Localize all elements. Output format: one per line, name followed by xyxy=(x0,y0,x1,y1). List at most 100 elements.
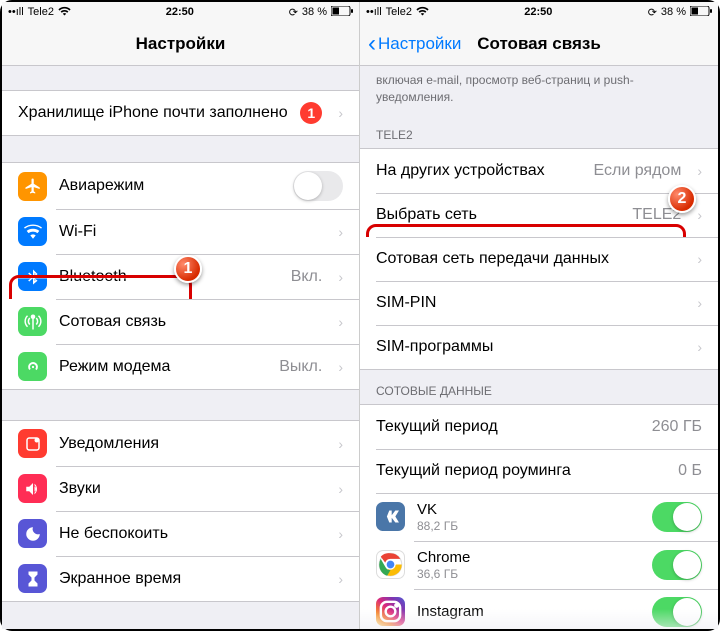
chevron-right-icon: › xyxy=(697,295,702,311)
chevron-right-icon: › xyxy=(338,105,343,121)
current-period-label: Текущий период xyxy=(376,418,640,436)
app-chrome-row[interactable]: Chrome 36,6 ГБ xyxy=(360,541,718,589)
sounds-label: Звуки xyxy=(59,480,322,498)
wifi-label: Wi-Fi xyxy=(59,223,310,241)
cellular-label: Сотовая связь xyxy=(59,313,322,331)
sounds-row[interactable]: Звуки › xyxy=(2,466,359,511)
cellular-row[interactable]: Сотовая связь › xyxy=(2,299,359,344)
page-title: Сотовая связь xyxy=(477,34,601,54)
chrome-usage: 36,6 ГБ xyxy=(417,567,640,581)
hotspot-value: Выкл. xyxy=(279,358,322,376)
notifications-row[interactable]: Уведомления › xyxy=(2,421,359,466)
status-time: 22:50 xyxy=(524,6,552,18)
select-network-label: Выбрать сеть xyxy=(376,206,620,224)
other-devices-label: На других устройствах xyxy=(376,162,582,180)
hotspot-row[interactable]: Режим модема Выкл. › xyxy=(2,344,359,389)
wifi-row[interactable]: Wi-Fi › xyxy=(2,209,359,254)
airplane-mode-row[interactable]: Авиарежим xyxy=(2,163,359,209)
hotspot-label: Режим модема xyxy=(59,358,267,376)
chrome-toggle[interactable] xyxy=(652,550,702,580)
roaming-period-value: 0 Б xyxy=(678,462,702,480)
storage-warning-label: Хранилище iPhone почти заполнено xyxy=(18,104,288,122)
vk-app-icon xyxy=(376,502,405,531)
app-instagram-row[interactable]: Instagram xyxy=(360,589,718,629)
orientation-lock-icon: ⟳ xyxy=(289,6,298,19)
callout-1: 1 xyxy=(174,255,202,283)
left-screenshot: ••ıll Tele2 22:50 ⟳ 38 % Настройки Храни… xyxy=(2,2,360,629)
chevron-right-icon: › xyxy=(697,207,702,223)
screentime-row[interactable]: Экранное время › xyxy=(2,556,359,601)
current-period-row[interactable]: Текущий период 260 ГБ xyxy=(360,405,718,449)
chevron-right-icon: › xyxy=(697,251,702,267)
roaming-period-row[interactable]: Текущий период роуминга 0 Б xyxy=(360,449,718,493)
dnd-label: Не беспокоить xyxy=(59,525,322,543)
airplane-icon xyxy=(18,172,47,201)
chevron-right-icon: › xyxy=(338,359,343,375)
dnd-row[interactable]: Не беспокоить › xyxy=(2,511,359,556)
status-bar: ••ıll Tele2 22:50 ⟳ 38 % xyxy=(360,2,718,22)
battery-percent: 38 % xyxy=(302,6,327,18)
back-label: Настройки xyxy=(378,34,461,54)
chevron-right-icon: › xyxy=(338,269,343,285)
wifi-status-icon xyxy=(58,6,71,19)
carrier-label: Tele2 xyxy=(386,6,412,18)
instagram-label: Instagram xyxy=(417,603,640,620)
bluetooth-value: Вкл. xyxy=(291,268,323,286)
bluetooth-label: Bluetooth xyxy=(59,268,279,286)
sim-apps-row[interactable]: SIM-программы › xyxy=(360,325,718,369)
chrome-app-icon xyxy=(376,550,405,579)
airplane-label: Авиарежим xyxy=(59,177,281,195)
moon-icon xyxy=(18,519,47,548)
chevron-right-icon: › xyxy=(697,339,702,355)
cellular-list[interactable]: включая e-mail, просмотр веб-страниц и p… xyxy=(360,66,718,629)
wifi-status-icon xyxy=(416,6,429,19)
vk-toggle[interactable] xyxy=(652,502,702,532)
screentime-label: Экранное время xyxy=(59,570,322,588)
settings-list[interactable]: Хранилище iPhone почти заполнено 1 › Ави… xyxy=(2,66,359,629)
cellular-data-network-row[interactable]: Сотовая сеть передачи данных › xyxy=(360,237,718,281)
carrier-label: Tele2 xyxy=(28,6,54,18)
chevron-right-icon: › xyxy=(338,481,343,497)
chevron-right-icon: › xyxy=(697,163,702,179)
bluetooth-icon xyxy=(18,262,47,291)
chevron-right-icon: › xyxy=(338,436,343,452)
chevron-right-icon: › xyxy=(338,526,343,542)
chevron-right-icon: › xyxy=(338,224,343,240)
status-bar: ••ıll Tele2 22:50 ⟳ 38 % xyxy=(2,2,359,22)
sim-apps-label: SIM-программы xyxy=(376,338,681,356)
storage-warning-row[interactable]: Хранилище iPhone почти заполнено 1 › xyxy=(2,91,359,135)
nav-bar: Настройки xyxy=(2,22,359,66)
section-tele2: TELE2 xyxy=(360,114,718,148)
select-network-row[interactable]: Выбрать сеть TELE2 › xyxy=(360,193,718,237)
instagram-toggle[interactable] xyxy=(652,597,702,627)
status-time: 22:50 xyxy=(166,6,194,18)
hourglass-icon xyxy=(18,564,47,593)
app-vk-row[interactable]: VK 88,2 ГБ xyxy=(360,493,718,541)
notifications-icon xyxy=(18,429,47,458)
orientation-lock-icon: ⟳ xyxy=(648,6,657,19)
nav-bar: ‹ Настройки Сотовая связь xyxy=(360,22,718,66)
right-screenshot: ••ıll Tele2 22:50 ⟳ 38 % ‹ Настройки Сот… xyxy=(360,2,718,629)
instagram-app-icon xyxy=(376,597,405,626)
cellular-data-network-label: Сотовая сеть передачи данных xyxy=(376,250,681,268)
chevron-right-icon: › xyxy=(338,314,343,330)
page-title: Настройки xyxy=(136,34,226,54)
roaming-period-label: Текущий период роуминга xyxy=(376,462,666,480)
sim-pin-row[interactable]: SIM-PIN › xyxy=(360,281,718,325)
other-devices-row[interactable]: На других устройствах Если рядом › xyxy=(360,149,718,193)
signal-icon: ••ıll xyxy=(8,6,24,18)
cellular-info-text: включая e-mail, просмотр веб-страниц и p… xyxy=(360,66,718,114)
chevron-right-icon: › xyxy=(338,571,343,587)
chrome-label: Chrome xyxy=(417,549,640,566)
storage-badge: 1 xyxy=(300,102,322,124)
back-button[interactable]: ‹ Настройки xyxy=(368,32,461,56)
current-period-value: 260 ГБ xyxy=(652,418,702,436)
vk-usage: 88,2 ГБ xyxy=(417,519,640,533)
cellular-icon xyxy=(18,307,47,336)
airplane-toggle[interactable] xyxy=(293,171,343,201)
battery-percent: 38 % xyxy=(661,6,686,18)
battery-icon xyxy=(690,6,712,19)
other-devices-value: Если рядом xyxy=(594,162,682,180)
chevron-left-icon: ‹ xyxy=(368,32,376,56)
hotspot-icon xyxy=(18,352,47,381)
